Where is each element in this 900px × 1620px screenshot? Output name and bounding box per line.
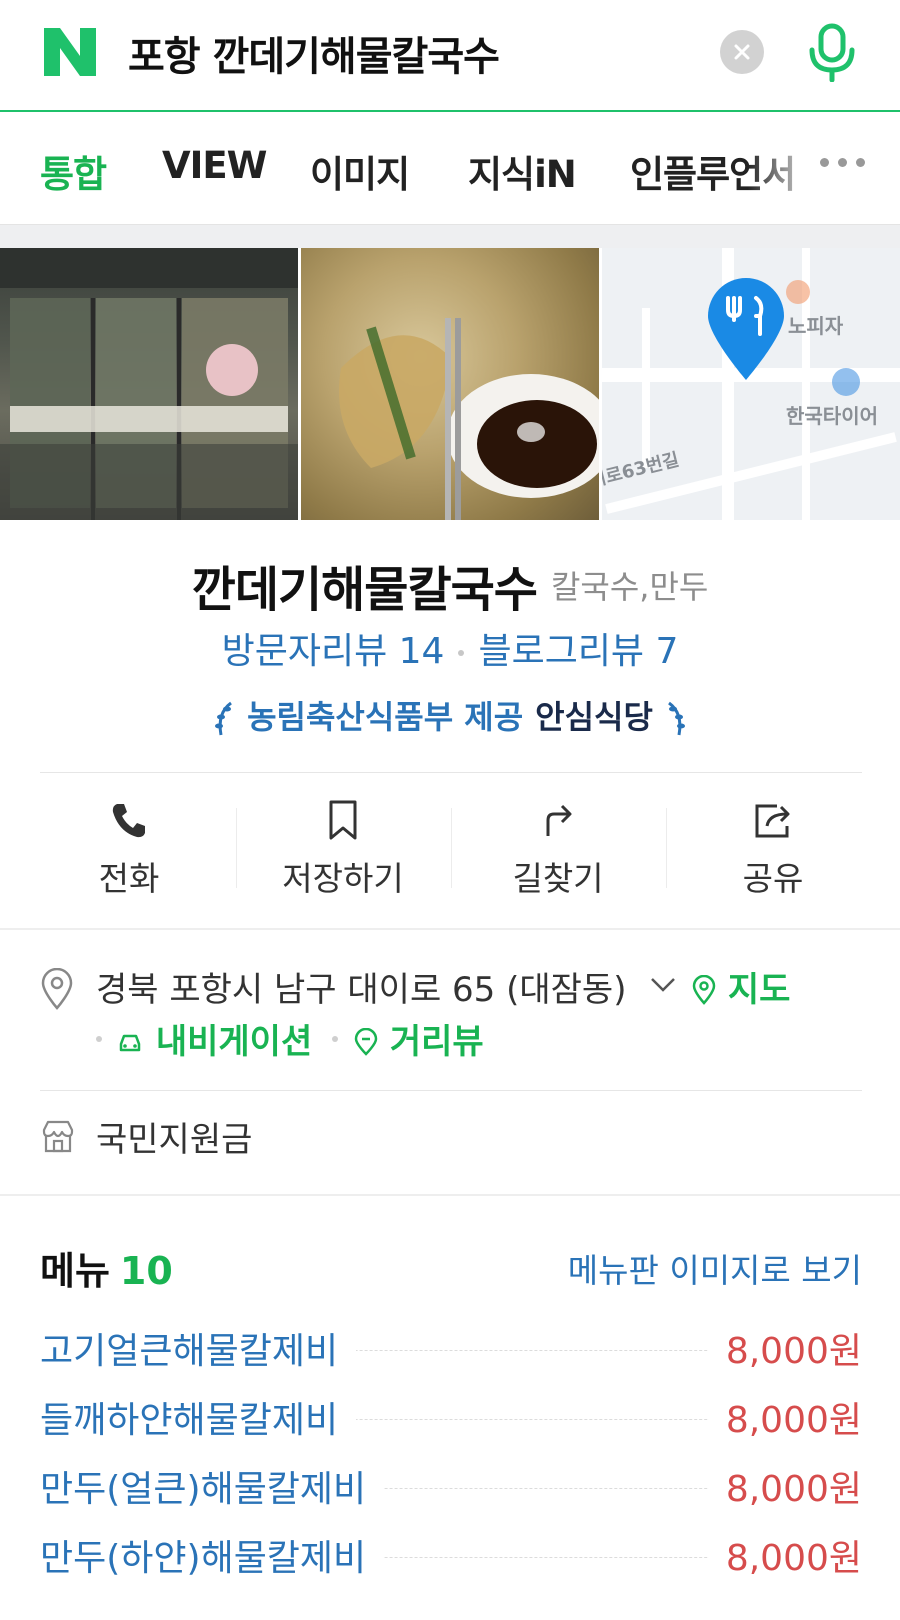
place-category: 칼국수,만두 <box>550 568 709 606</box>
car-icon <box>119 1034 141 1052</box>
share-label: 공유 <box>742 859 804 898</box>
place-photos: 노피자 한국타이어 대이로63번길 <box>0 248 900 520</box>
location-pin-icon <box>41 968 73 1010</box>
restaurant-pin-icon <box>708 278 784 380</box>
street-view-link[interactable]: 거리뷰 <box>354 1014 484 1063</box>
call-label: 전화 <box>98 859 160 898</box>
tab-knowledge-in[interactable]: 지식iN <box>468 144 577 198</box>
navigation-link[interactable]: 내비게이션 <box>116 1014 312 1063</box>
close-icon <box>734 44 750 60</box>
more-tabs-icon[interactable] <box>820 158 865 167</box>
menu-item-name: 만두(하얀)해물칼제비 <box>40 1529 385 1581</box>
bookmark-icon <box>329 800 357 840</box>
save-label: 저장하기 <box>282 859 404 898</box>
tab-influencer[interactable]: 인플루언서 <box>630 144 798 198</box>
directions-button[interactable]: 길찾기 <box>451 790 665 900</box>
divider <box>40 1090 862 1091</box>
tab-integrated[interactable]: 통합 <box>40 144 107 198</box>
menu-item-name: 고기얼큰해물칼제비 <box>40 1322 357 1374</box>
support-fund-text: 국민지원금 <box>96 1120 253 1160</box>
badge-provider: 농림축산식품부 제공 <box>247 698 524 736</box>
save-button[interactable]: 저장하기 <box>236 790 450 900</box>
share-icon <box>755 804 790 838</box>
place-title-row: 깐데기해물칼국수 칼국수,만두 <box>0 550 900 620</box>
microphone-icon[interactable] <box>806 22 858 82</box>
menu-item-price: 8,000원 <box>707 1529 862 1581</box>
menu-item-price: 8,000원 <box>707 1391 862 1443</box>
separator-dot <box>458 650 465 656</box>
share-button[interactable]: 공유 <box>666 790 880 900</box>
menu-heading: 메뉴 10 <box>40 1240 173 1295</box>
separator-dot <box>332 1036 338 1042</box>
menu-item-price: 8,000원 <box>707 1322 862 1374</box>
phone-icon <box>112 804 145 838</box>
tab-images[interactable]: 이미지 <box>310 144 410 198</box>
food-photo[interactable] <box>301 248 599 520</box>
pizza-place-icon <box>786 280 810 304</box>
menu-item-name: 들깨하얀해물칼제비 <box>40 1391 357 1443</box>
menu-item[interactable]: 만두(얼큰)해물칼제비 8,000원 <box>40 1460 862 1512</box>
menu-item[interactable]: 고기얼큰해물칼제비 8,000원 <box>40 1322 862 1374</box>
search-bar: 포항 깐데기해물칼국수 <box>0 0 900 112</box>
street-view-icon <box>354 1027 378 1056</box>
menu-item[interactable]: 만두(하얀)해물칼제비 8,000원 <box>40 1529 862 1581</box>
menu-image-link[interactable]: 메뉴판 이미지로 보기 <box>568 1244 862 1292</box>
separator-dot <box>96 1036 102 1042</box>
reviews-row: 방문자리뷰 14 블로그리뷰 7 <box>0 622 900 674</box>
directions-label: 길찾기 <box>512 859 604 898</box>
safe-restaurant-badge[interactable]: 농림축산식품부 제공 안심식당 <box>0 692 900 739</box>
place-name: 깐데기해물칼국수 <box>191 562 538 618</box>
directions-icon <box>546 804 572 836</box>
location-map[interactable]: 노피자 한국타이어 대이로63번길 <box>602 248 900 520</box>
search-input[interactable]: 포항 깐데기해물칼국수 <box>128 24 500 82</box>
naver-logo-icon[interactable] <box>42 26 98 78</box>
map-label: 한국타이어 <box>786 404 878 428</box>
tire-shop-icon <box>832 368 860 396</box>
search-tabs: 통합 VIEW 이미지 지식iN 인플루언서 <box>0 114 900 224</box>
map-pin-icon <box>692 974 716 1005</box>
map-link[interactable]: 지도 <box>692 962 790 1011</box>
menu-title: 메뉴 <box>40 1249 110 1293</box>
menu-item[interactable]: 들깨하얀해물칼제비 8,000원 <box>40 1391 862 1443</box>
section-separator <box>0 224 900 248</box>
action-bar: 전화 저장하기 길찾기 공유 <box>0 790 900 900</box>
visitor-reviews-link[interactable]: 방문자리뷰 14 <box>222 631 445 672</box>
menu-count: 10 <box>119 1249 173 1293</box>
map-link-label: 지도 <box>727 970 791 1010</box>
store-icon <box>42 1120 74 1153</box>
storefront-photo[interactable] <box>0 248 298 520</box>
navigation-link-label: 내비게이션 <box>155 1022 313 1062</box>
menu-item-price: 8,000원 <box>707 1460 862 1512</box>
badge-name: 안심식당 <box>535 698 653 736</box>
chevron-down-icon[interactable] <box>650 976 676 994</box>
tab-view[interactable]: VIEW <box>162 144 267 187</box>
blog-reviews-link[interactable]: 블로그리뷰 7 <box>478 631 678 672</box>
section-divider <box>0 1194 900 1196</box>
clear-search-button[interactable] <box>720 30 764 74</box>
street-view-link-label: 거리뷰 <box>389 1022 484 1062</box>
divider <box>40 772 862 773</box>
section-divider <box>0 928 900 930</box>
laurel-left-icon <box>214 701 232 736</box>
laurel-right-icon <box>668 701 686 736</box>
menu-item-name: 만두(얼큰)해물칼제비 <box>40 1460 385 1512</box>
map-label: 노피자 <box>788 314 844 338</box>
address-text: 경북 포항시 남구 대이로 65 (대잠동) <box>96 970 627 1010</box>
call-button[interactable]: 전화 <box>22 790 236 900</box>
